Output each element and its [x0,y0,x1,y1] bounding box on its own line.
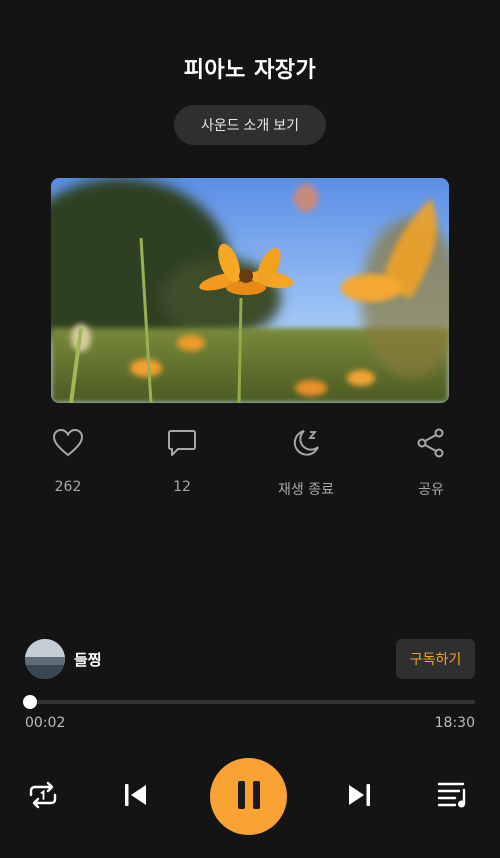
share-label: 공유 [418,482,444,498]
channel-row: 들찡 구독하기 [25,639,475,679]
skip-next-icon [346,781,374,813]
page-title: 피아노 자장가 [183,58,317,83]
sleep-timer-action[interactable]: 재생 종료 [261,428,351,499]
playlist-icon [437,780,471,814]
heart-icon [52,428,84,462]
channel-name[interactable]: 들찡 [74,649,102,670]
cover-image [51,178,449,403]
repeat-one-icon [27,780,59,814]
previous-button[interactable] [118,780,152,814]
next-button[interactable] [343,780,377,814]
share-icon [415,428,447,462]
sound-intro-button[interactable]: 사운드 소개 보기 [174,105,326,145]
moon-sleep-icon [290,428,322,462]
pause-icon [236,780,262,814]
progress-bar[interactable] [22,695,475,709]
avatar[interactable] [25,639,65,679]
repeat-button[interactable] [26,780,60,814]
comment-count: 12 [173,479,191,495]
playlist-button[interactable] [436,780,472,814]
pause-button[interactable] [210,758,287,835]
like-action[interactable]: 262 [23,428,113,495]
share-action[interactable]: 공유 [386,428,476,499]
current-time: 00:02 [25,715,66,731]
subscribe-button[interactable]: 구독하기 [396,639,475,679]
comment-action[interactable]: 12 [137,428,227,495]
skip-previous-icon [121,781,149,813]
progress-thumb[interactable] [22,695,37,709]
comment-icon [166,428,198,462]
sleep-timer-label: 재생 종료 [278,482,334,498]
like-count: 262 [54,479,82,495]
total-time: 18:30 [434,715,475,731]
